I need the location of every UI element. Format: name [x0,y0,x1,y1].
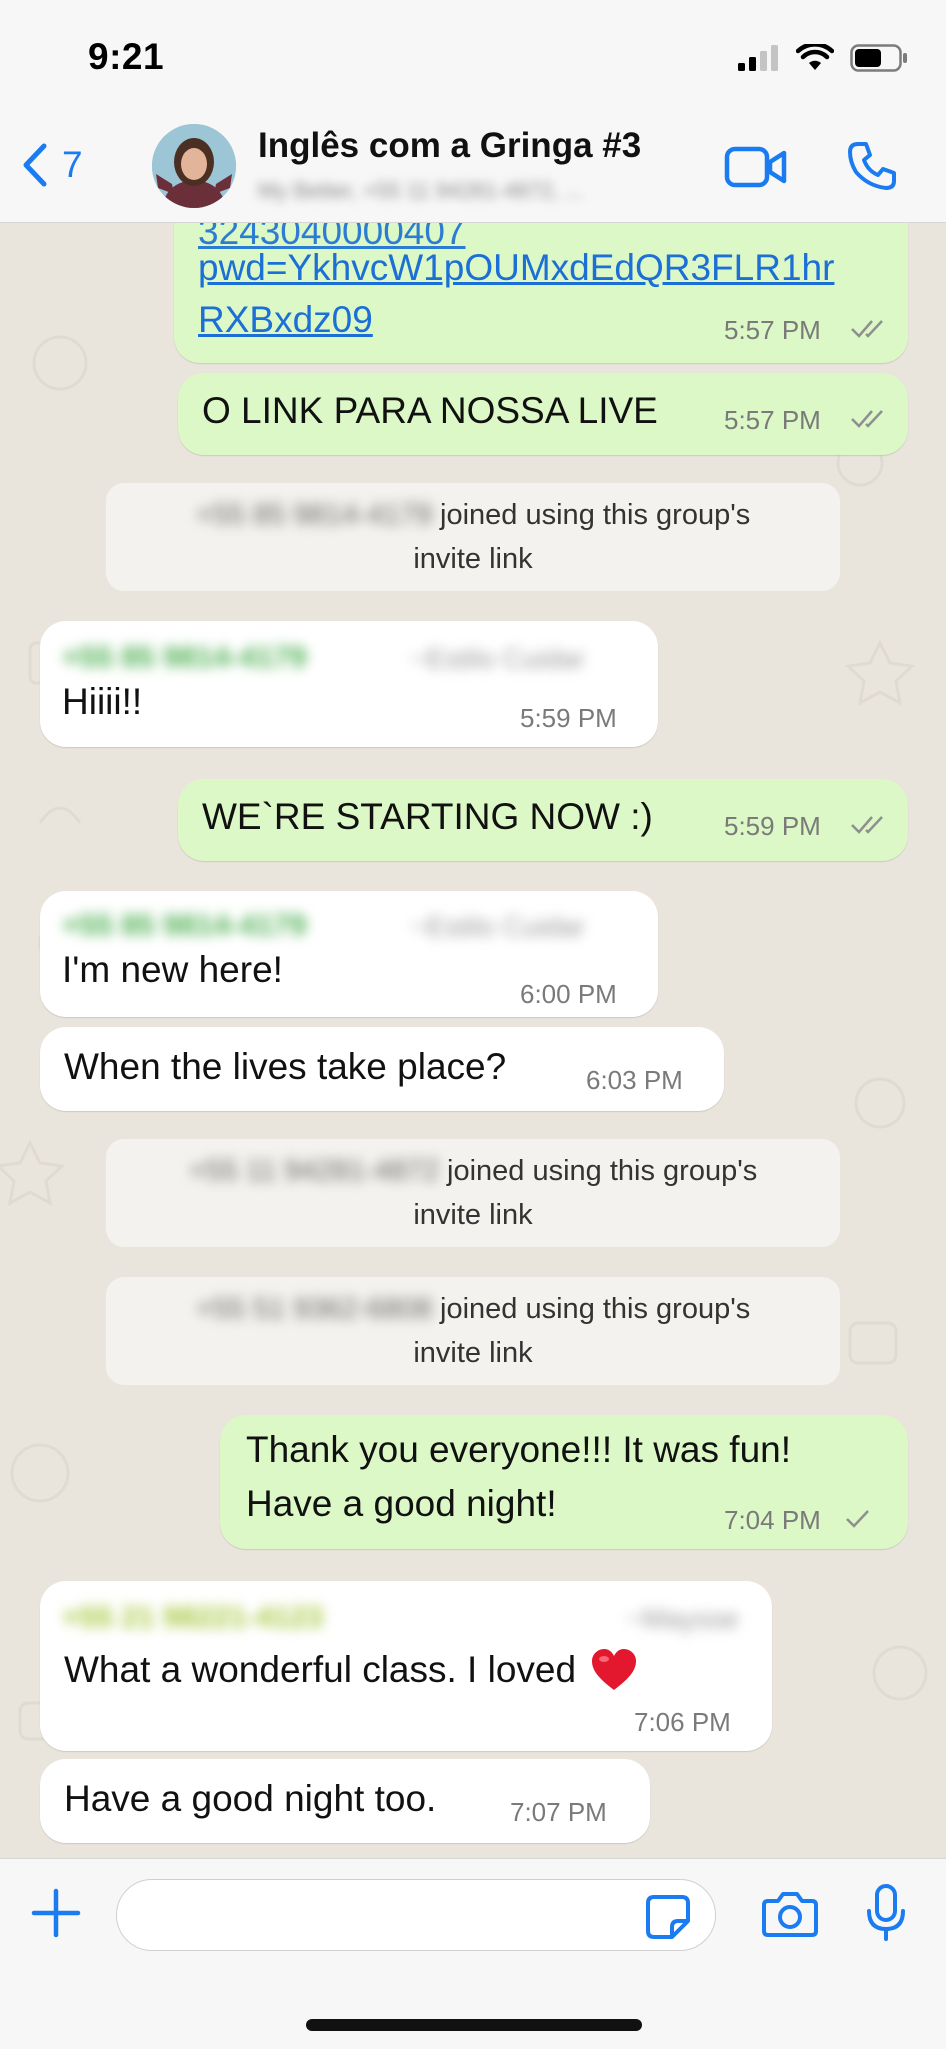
message-time: 5:59 PM [724,811,821,841]
message-incoming[interactable]: When the lives take place? 6:03 PM [40,1027,724,1111]
joined-phone: +55 11 94281-4872 [188,1155,439,1187]
message-time: 6:00 PM [520,979,617,1009]
group-avatar[interactable] [152,124,236,208]
message-text-line-2: Have a good night! [246,1483,557,1524]
message-time: 7:04 PM [724,1505,821,1535]
joined-text: joined using this group's [440,1293,751,1325]
message-outgoing[interactable]: O LINK PARA NOSSA LIVE 5:57 PM [178,373,908,455]
double-check-icon [851,320,883,338]
heart-emoji [592,1649,637,1690]
message-incoming[interactable]: Have a good night too. 7:07 PM [40,1759,650,1843]
sticker-icon [646,1895,690,1939]
message-outgoing[interactable]: Thank you everyone!!! It was fun! Have a… [220,1415,908,1549]
message-time: 5:57 PM [724,315,821,345]
message-time: 7:06 PM [634,1707,731,1737]
attach-button[interactable] [30,1887,82,1944]
message-sender-name: ~Estilo Cuidar [410,643,586,674]
message-sender[interactable]: +55 21 98221-4123 [62,1601,323,1635]
message-text-line-1: Thank you everyone!!! It was fun! [246,1429,792,1470]
system-notice-joined: +55 85 9814-4179 joined using this group… [106,483,840,591]
message-text: WE`RE STARTING NOW :) [202,796,653,837]
unread-count: 7 [62,144,83,185]
voice-call-button[interactable] [846,140,898,197]
cellular-signal-icon [738,45,778,71]
back-chevron-icon [23,143,47,187]
sticker-button[interactable] [644,1893,692,1946]
chat-area[interactable]: 3243040000407 pwd=YkhvcW1pOUMxdEdQR3FLR1… [0,223,946,1858]
message-time: 5:57 PM [724,405,821,435]
camera-button[interactable] [762,1889,818,1944]
joined-phone: +55 85 9814-4179 [195,499,432,531]
video-call-icon [724,146,787,188]
phone-icon [848,142,896,190]
microphone-button[interactable] [866,1883,906,1948]
status-time: 9:21 [88,36,165,77]
system-notice-joined: +55 51 9362-6808 joined using this group… [106,1277,840,1385]
avatar-image [152,124,236,208]
message-incoming[interactable]: +55 85 9814-4179 ~Estilo Cuidar Hiiii!! … [40,621,658,747]
single-check-icon [846,1510,869,1528]
message-sender-name: ~Maysse [626,1603,739,1634]
joined-text-line-2: invite link [413,1199,533,1231]
message-outgoing[interactable]: WE`RE STARTING NOW :) 5:59 PM [178,779,908,861]
message-link-line-1[interactable]: pwd=YkhvcW1pOUMxdEdQR3FLR1hr [198,241,834,295]
double-check-icon [851,410,883,428]
joined-text-line-2: invite link [413,543,533,575]
composer-bar [0,1858,946,2049]
video-call-button[interactable] [724,144,788,195]
home-indicator [306,2019,642,2031]
message-text: I'm new here! [62,949,283,990]
chat-title[interactable]: Inglês com a Gringa #3 [258,126,641,166]
message-text: O LINK PARA NOSSA LIVE [202,390,658,431]
message-text: Hiiii!! [62,681,143,722]
microphone-icon [867,1884,905,1941]
message-time: 6:03 PM [586,1065,683,1095]
joined-text: joined using this group's [440,499,751,531]
message-input[interactable] [116,1879,716,1951]
message-time: 7:07 PM [510,1797,607,1827]
message-sender[interactable]: +55 85 9814-4179 [62,641,306,675]
back-button[interactable]: 7 [20,142,83,188]
message-link-line-2[interactable]: RXBxdz09 [198,293,373,347]
system-notice-joined: +55 11 94281-4872 joined using this grou… [106,1139,840,1247]
wifi-icon [796,44,834,70]
message-body: What a wonderful class. I loved [64,1643,638,1697]
battery-icon [850,44,907,72]
message-outgoing-link[interactable]: 3243040000407 pwd=YkhvcW1pOUMxdEdQR3FLR1… [174,223,908,363]
chat-participants[interactable]: My Better, +55 11 94281-4872, ... [258,178,718,204]
joined-text-line-2: invite link [413,1337,533,1369]
message-sender-name: ~Estilo Cuidar [410,911,586,942]
plus-icon [31,1888,81,1938]
message-text: What a wonderful class. I loved [64,1649,577,1690]
message-time: 5:59 PM [520,703,617,733]
camera-icon [762,1892,818,1937]
joined-text: joined using this group's [447,1155,758,1187]
status-bar: 9:21 [0,0,946,118]
status-icons [738,44,908,72]
message-text: When the lives take place? [64,1046,507,1087]
message-sender[interactable]: +55 85 9814-4179 [62,909,306,943]
message-text: Have a good night too. [64,1778,437,1819]
chat-header: 7 Inglês com a Gringa #3 My Better, +55 … [0,118,946,223]
joined-phone: +55 51 9362-6808 [195,1293,432,1325]
message-incoming[interactable]: +55 85 9814-4179 ~Estilo Cuidar I'm new … [40,891,658,1017]
double-check-icon [851,816,883,834]
message-incoming[interactable]: +55 21 98221-4123 ~Maysse What a wonderf… [40,1581,772,1751]
